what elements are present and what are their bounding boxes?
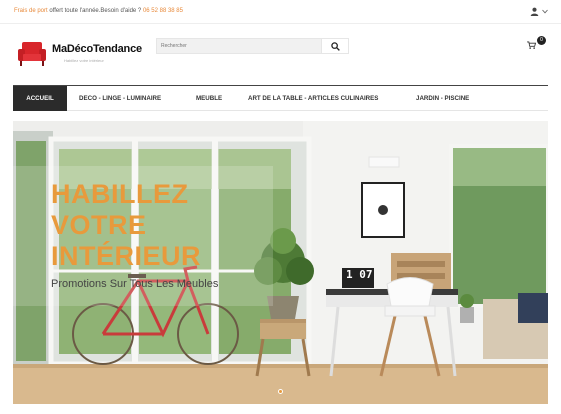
search-input[interactable]	[157, 39, 321, 53]
main-nav: ACCUEIL DECO - LINGE - LUMINAIRE MEUBLE …	[13, 85, 548, 111]
top-bar: Frais de port offert toute l'année.Besoi…	[0, 0, 561, 24]
hero-title: HABILLEZ VOTRE INTÉRIEUR	[51, 179, 202, 271]
slider-dot-active[interactable]	[278, 389, 283, 394]
nav-item-meuble[interactable]: MEUBLE	[196, 86, 222, 111]
help-text: offert toute l'année.Besoin d'aide ?	[47, 8, 143, 14]
user-icon[interactable]	[530, 7, 539, 16]
slider-dots	[276, 389, 286, 395]
search-bar	[156, 38, 349, 54]
cart-button[interactable]: 0	[526, 36, 548, 54]
search-icon	[331, 42, 340, 51]
cart-count-badge: 0	[537, 36, 546, 45]
cart-icon	[527, 41, 536, 49]
nav-item-art-de-la-table[interactable]: ART DE LA TABLE - ARTICLES CULINAIRES	[248, 86, 378, 111]
brand-name: MaDécoTendance	[52, 43, 142, 55]
brand-tagline: Habillez votre intérieur	[64, 58, 104, 63]
nav-item-jardin[interactable]: JARDIN - PISCINE	[416, 86, 469, 111]
shipping-message: Frais de port offert toute l'année.Besoi…	[14, 8, 183, 14]
phone-link[interactable]: 06 52 88 38 85	[143, 8, 183, 14]
nav-item-accueil[interactable]: ACCUEIL	[13, 86, 67, 111]
nav-item-deco[interactable]: DECO - LINGE - LUMINAIRE	[79, 86, 161, 111]
search-button[interactable]	[321, 38, 349, 54]
clock-display: 1 07	[346, 268, 373, 281]
hero-banner[interactable]: 1 07 HABILLEZ VOTRE INTÉRIEUR Promotions…	[13, 121, 548, 404]
hero-subtitle[interactable]: Promotions Sur Tous Les Meubles	[51, 278, 218, 290]
free-shipping-text: Frais de port	[14, 8, 48, 14]
site-logo[interactable]: MaDécoTendance Habillez votre intérieur	[14, 38, 154, 70]
red-sofa-logo	[18, 42, 46, 66]
chevron-down-icon[interactable]	[542, 9, 548, 14]
